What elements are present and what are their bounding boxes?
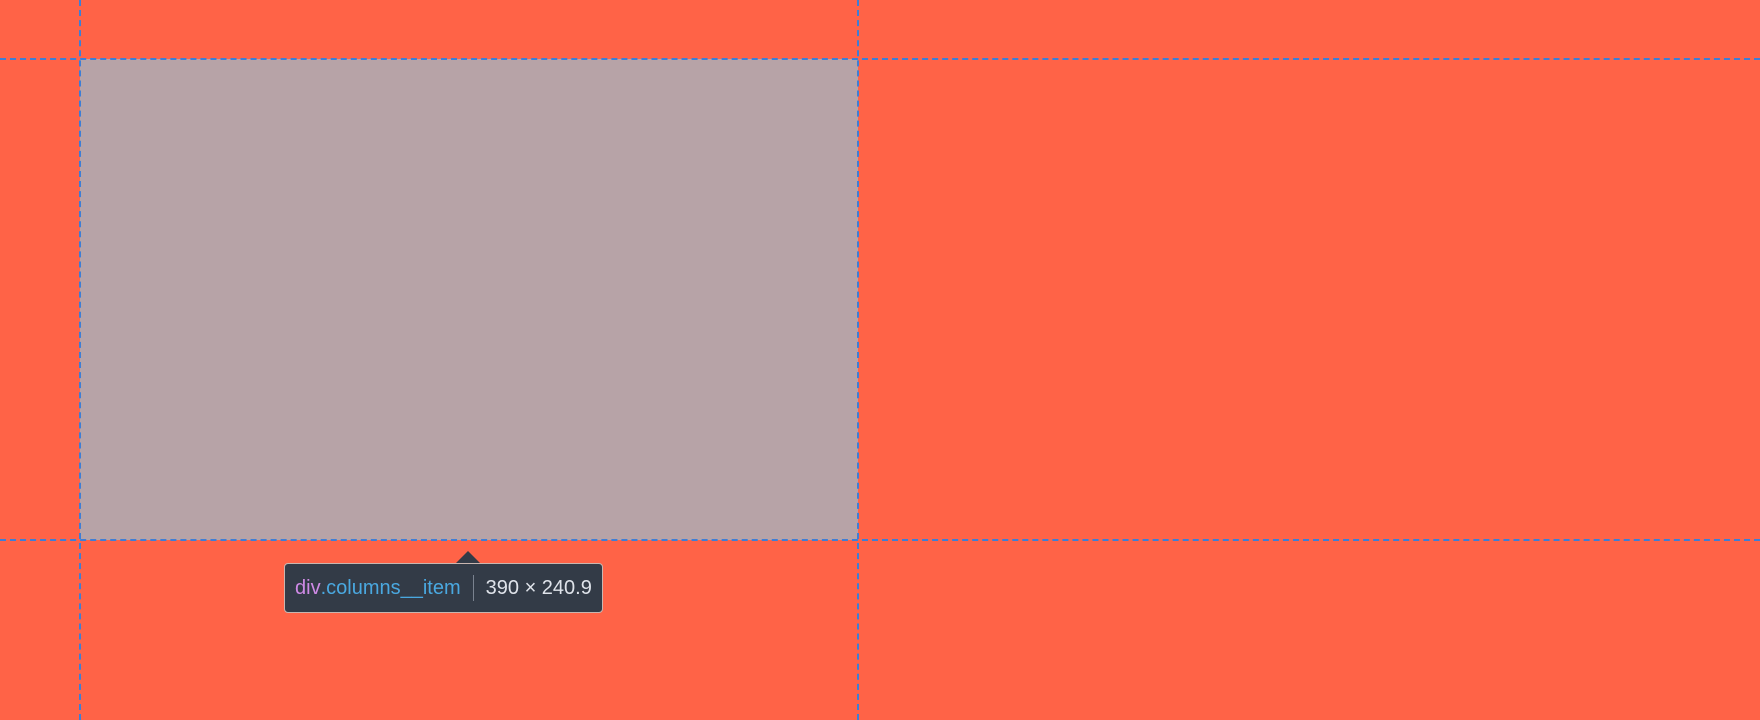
tooltip-separator bbox=[472, 575, 474, 601]
tooltip-class-name: .columns__item bbox=[320, 576, 461, 599]
guide-line-top bbox=[0, 58, 1760, 60]
tooltip-tag-name: div bbox=[295, 576, 321, 599]
inspected-element-highlight bbox=[80, 59, 858, 540]
inspector-tooltip: div .columns__item 390 × 240.9 bbox=[284, 563, 603, 613]
tooltip-dimensions: 390 × 240.9 bbox=[485, 576, 592, 599]
guide-line-left bbox=[79, 0, 81, 720]
guide-line-right bbox=[857, 0, 859, 720]
guide-line-bottom bbox=[0, 539, 1760, 541]
